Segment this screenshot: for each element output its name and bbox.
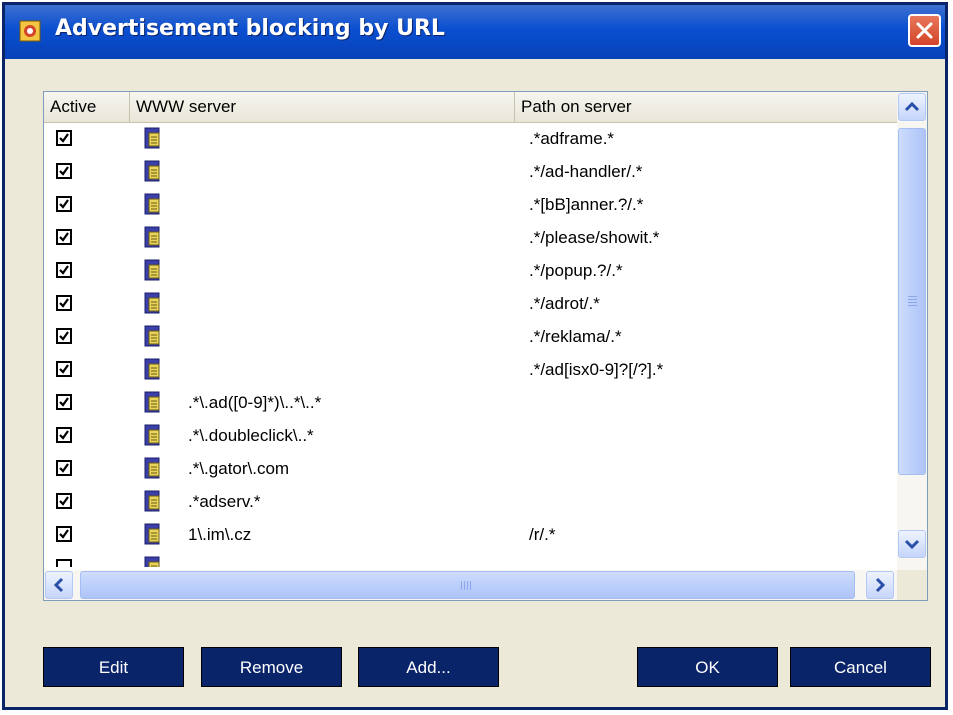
- path-cell: .*[bB]anner.?/.*: [529, 195, 644, 214]
- scroll-corner: [897, 570, 927, 600]
- remove-button[interactable]: Remove: [201, 647, 342, 687]
- active-checkbox[interactable]: [56, 361, 72, 377]
- scroll-right-button[interactable]: [866, 571, 894, 599]
- server-cell: .*\.gator\.com: [188, 459, 290, 478]
- list-rows: .*adframe.* .*/ad-handler/.* .*[bB]anner.?…: [44, 123, 897, 567]
- active-checkbox[interactable]: [56, 229, 72, 245]
- server-cell: .*\.doubleclick\..*: [188, 426, 314, 445]
- server-icon: [144, 358, 162, 385]
- active-checkbox[interactable]: [56, 295, 72, 311]
- active-checkbox[interactable]: [56, 328, 72, 344]
- active-checkbox[interactable]: [56, 262, 72, 278]
- window-title: Advertisement blocking by URL: [55, 16, 445, 41]
- dialog-window: Advertisement blocking by URL Active WWW…: [2, 2, 948, 710]
- server-cell: 1\.im\.cz: [188, 525, 252, 544]
- active-checkbox[interactable]: [56, 493, 72, 509]
- ok-button[interactable]: OK: [637, 647, 778, 687]
- table-row[interactable]: .*/ad-handler/.*: [44, 156, 897, 189]
- table-row[interactable]: .*adserv.*: [44, 486, 897, 519]
- server-icon: [144, 292, 162, 319]
- server-cell: .*\.ad([0-9]*)\..*\..*: [188, 393, 322, 412]
- path-cell: /r/.*: [529, 525, 556, 544]
- chevron-right-icon: [875, 577, 886, 593]
- column-header-path[interactable]: Path on server: [515, 92, 897, 122]
- server-icon: [144, 127, 162, 154]
- active-checkbox[interactable]: [56, 130, 72, 146]
- server-icon: [144, 457, 162, 484]
- server-icon: [144, 523, 162, 550]
- chevron-left-icon: [53, 577, 64, 593]
- path-cell: .*/ad-handler/.*: [529, 162, 643, 181]
- table-row[interactable]: .*adframe.*: [44, 123, 897, 156]
- table-row[interactable]: .*/please/showit.*: [44, 222, 897, 255]
- server-icon: [144, 160, 162, 187]
- title-bar[interactable]: Advertisement blocking by URL: [5, 5, 945, 59]
- table-row[interactable]: 1\.im\.cz/r/.*: [44, 519, 897, 552]
- column-header-server[interactable]: WWW server: [130, 92, 515, 122]
- table-row[interactable]: .*/popup.?/.*: [44, 255, 897, 288]
- chevron-down-icon: [904, 539, 920, 550]
- server-icon: [144, 424, 162, 451]
- active-checkbox[interactable]: [56, 427, 72, 443]
- close-icon: [916, 22, 933, 39]
- table-row-partial[interactable]: [44, 552, 897, 567]
- active-checkbox[interactable]: [56, 559, 72, 567]
- active-checkbox[interactable]: [56, 526, 72, 542]
- path-cell: .*/adrot/.*: [529, 294, 600, 313]
- vertical-scroll-thumb[interactable]: [898, 128, 926, 475]
- active-checkbox[interactable]: [56, 394, 72, 410]
- scroll-up-button[interactable]: [898, 93, 926, 121]
- table-row[interactable]: .*/reklama/.*: [44, 321, 897, 354]
- table-row[interactable]: .*\.gator\.com: [44, 453, 897, 486]
- server-icon: [144, 325, 162, 352]
- server-icon: [144, 490, 162, 517]
- path-cell: .*/please/showit.*: [529, 228, 660, 247]
- add-button[interactable]: Add...: [358, 647, 499, 687]
- table-row[interactable]: .*\.ad([0-9]*)\..*\..*: [44, 387, 897, 420]
- active-checkbox[interactable]: [56, 196, 72, 212]
- edit-button[interactable]: Edit: [43, 647, 184, 687]
- active-checkbox[interactable]: [56, 163, 72, 179]
- server-icon: [144, 226, 162, 253]
- path-cell: .*/reklama/.*: [529, 327, 622, 346]
- close-button[interactable]: [908, 14, 941, 47]
- horizontal-scroll-thumb[interactable]: [80, 571, 855, 599]
- horizontal-scrollbar[interactable]: [44, 570, 897, 600]
- url-list[interactable]: Active WWW server Path on server .*adfra…: [43, 91, 928, 601]
- path-cell: .*adframe.*: [529, 129, 615, 148]
- path-cell: .*/popup.?/.*: [529, 261, 623, 280]
- table-row[interactable]: .*/ad[isx0-9]?[/?].*: [44, 354, 897, 387]
- list-header: Active WWW server Path on server: [44, 92, 897, 123]
- scroll-down-button[interactable]: [898, 530, 926, 558]
- table-row[interactable]: .*[bB]anner.?/.*: [44, 189, 897, 222]
- table-row[interactable]: .*/adrot/.*: [44, 288, 897, 321]
- app-icon: [19, 20, 41, 42]
- scroll-left-button[interactable]: [45, 571, 73, 599]
- server-icon: [144, 391, 162, 418]
- vertical-scrollbar[interactable]: [897, 92, 927, 570]
- active-checkbox[interactable]: [56, 460, 72, 476]
- path-cell: .*/ad[isx0-9]?[/?].*: [529, 360, 664, 379]
- server-icon: [144, 259, 162, 286]
- server-icon: [144, 556, 162, 567]
- cancel-button[interactable]: Cancel: [790, 647, 931, 687]
- server-icon: [144, 193, 162, 220]
- column-header-active[interactable]: Active: [44, 92, 130, 122]
- chevron-up-icon: [904, 101, 920, 112]
- table-row[interactable]: .*\.doubleclick\..*: [44, 420, 897, 453]
- server-cell: .*adserv.*: [188, 492, 261, 511]
